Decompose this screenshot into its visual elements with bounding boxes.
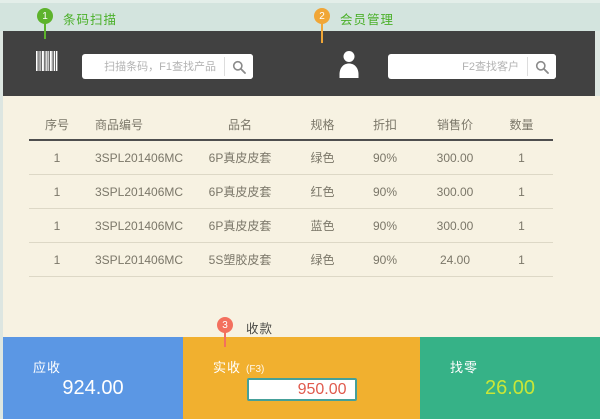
change-panel: 找零 26.00 <box>420 337 600 419</box>
table-header-row: 序号商品编号品名规格折扣销售价数量 <box>29 110 553 141</box>
column-header: 折扣 <box>350 116 420 133</box>
table-cell: 6P真皮皮套 <box>185 149 295 166</box>
table-cell: 1 <box>490 151 553 165</box>
table-cell: 24.00 <box>420 253 490 267</box>
step-3-label: 收款 <box>246 318 273 337</box>
table-cell: 1 <box>490 253 553 267</box>
table-row[interactable]: 13SPL201406MC6P真皮皮套蓝色90%300.001 <box>29 209 553 243</box>
table-cell: 5S塑胶皮套 <box>185 251 295 268</box>
table-cell: 1 <box>490 219 553 233</box>
step-1-label: 条码扫描 <box>63 9 117 28</box>
search-icon <box>232 60 246 74</box>
step-3-number: 3 <box>222 320 228 331</box>
product-search <box>82 54 253 79</box>
table-cell: 300.00 <box>420 219 490 233</box>
table-cell: 红色 <box>295 183 350 200</box>
table-cell: 1 <box>29 253 85 267</box>
column-header: 品名 <box>185 116 295 133</box>
right-border <box>595 31 600 96</box>
customer-search <box>388 54 556 79</box>
received-amount-input[interactable] <box>247 378 357 401</box>
user-icon <box>338 50 360 78</box>
table-cell: 蓝色 <box>295 217 350 234</box>
items-table: 序号商品编号品名规格折扣销售价数量 13SPL201406MC6P真皮皮套绿色9… <box>29 110 553 277</box>
table-cell: 3SPL201406MC <box>85 185 185 199</box>
table-cell: 300.00 <box>420 151 490 165</box>
table-cell: 3SPL201406MC <box>85 253 185 267</box>
table-cell: 6P真皮皮套 <box>185 183 295 200</box>
table-cell: 6P真皮皮套 <box>185 217 295 234</box>
table-cell: 绿色 <box>295 149 350 166</box>
received-hotkey: (F3) <box>246 364 264 375</box>
column-header: 销售价 <box>420 116 490 133</box>
table-cell: 3SPL201406MC <box>85 151 185 165</box>
table-cell: 90% <box>350 253 420 267</box>
table-cell: 90% <box>350 219 420 233</box>
pos-window: 1 条码扫描 2 会员管理 <box>0 0 600 419</box>
barcode-icon <box>36 51 58 71</box>
customer-search-button[interactable] <box>528 54 556 79</box>
table-cell: 1 <box>490 185 553 199</box>
customer-search-input[interactable] <box>388 54 527 79</box>
column-header: 数量 <box>490 116 553 133</box>
step-1-number: 1 <box>42 11 48 22</box>
table-cell: 1 <box>29 151 85 165</box>
table-row[interactable]: 13SPL201406MC6P真皮皮套红色90%300.001 <box>29 175 553 209</box>
received-panel: 实收 (F3) <box>183 337 420 419</box>
step-2-number: 2 <box>319 11 325 22</box>
step-2-label: 会员管理 <box>340 9 394 28</box>
received-label-text: 实收 <box>213 360 241 375</box>
product-search-input[interactable] <box>82 54 224 79</box>
step-1-pointer <box>44 22 46 39</box>
column-header: 序号 <box>29 116 85 133</box>
table-cell: 90% <box>350 151 420 165</box>
step-3-pointer <box>224 331 226 347</box>
table-row[interactable]: 13SPL201406MC5S塑胶皮套绿色90%24.001 <box>29 243 553 277</box>
step-2-pointer <box>321 22 323 43</box>
receivable-panel: 应收 924.00 <box>3 337 183 419</box>
table-cell: 绿色 <box>295 251 350 268</box>
table-cell: 300.00 <box>420 185 490 199</box>
search-icon <box>535 60 549 74</box>
change-label: 找零 <box>450 357 478 376</box>
table-cell: 90% <box>350 185 420 199</box>
column-header: 商品编号 <box>85 116 185 133</box>
column-header: 规格 <box>295 116 350 133</box>
table-body: 13SPL201406MC6P真皮皮套绿色90%300.00113SPL2014… <box>29 141 553 277</box>
receivable-amount: 924.00 <box>3 377 183 400</box>
table-cell: 1 <box>29 219 85 233</box>
table-cell: 1 <box>29 185 85 199</box>
toolbar <box>3 31 595 96</box>
product-search-button[interactable] <box>225 54 253 79</box>
received-label: 实收 (F3) <box>213 357 264 376</box>
receivable-label: 应收 <box>33 357 61 376</box>
table-row[interactable]: 13SPL201406MC6P真皮皮套绿色90%300.001 <box>29 141 553 175</box>
table-cell: 3SPL201406MC <box>85 219 185 233</box>
change-amount: 26.00 <box>420 377 600 400</box>
